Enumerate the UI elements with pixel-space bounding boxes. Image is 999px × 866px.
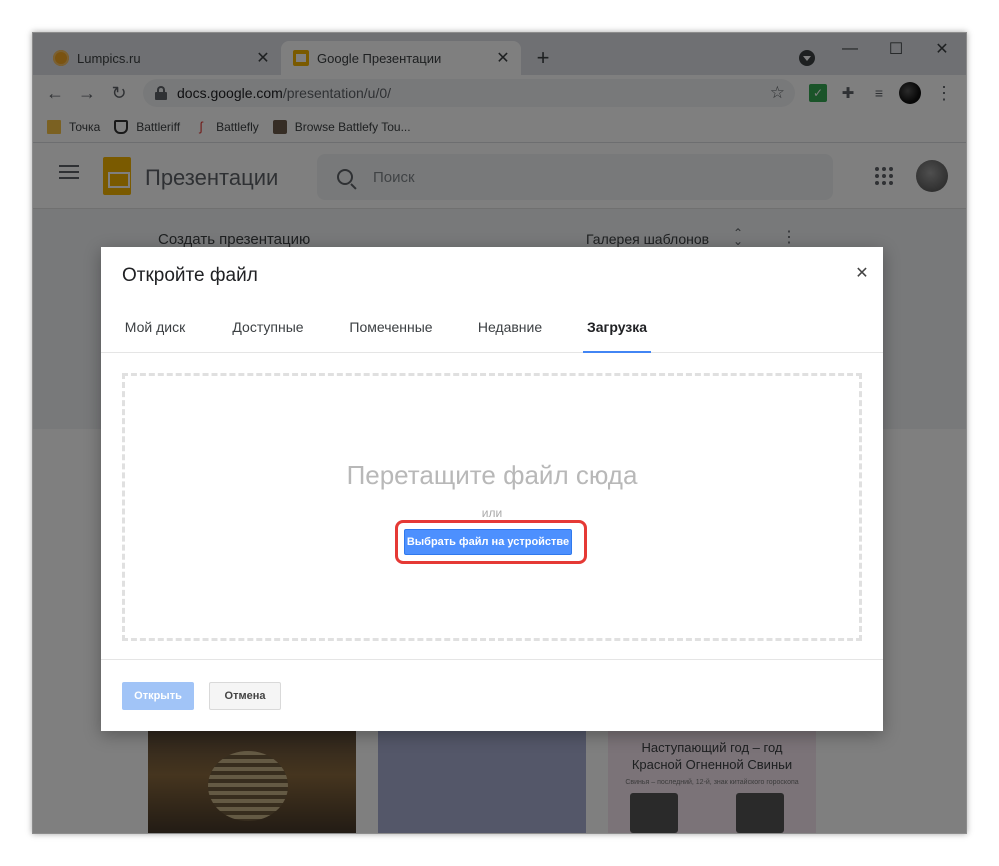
cancel-button[interactable]: Отмена bbox=[209, 682, 281, 710]
tab-my-drive[interactable]: Мой диск bbox=[123, 317, 187, 353]
dialog-tabs: Мой диск Доступные Помеченные Недавние З… bbox=[101, 317, 883, 353]
tab-shared[interactable]: Доступные bbox=[231, 317, 305, 353]
file-drop-zone[interactable]: Перетащите файл сюда или Выбрать файл на… bbox=[122, 373, 862, 641]
open-file-dialog: Откройте файл ✕ Мой диск Доступные Помеч… bbox=[101, 247, 883, 731]
tab-recent[interactable]: Недавние bbox=[477, 317, 543, 353]
open-button[interactable]: Открыть bbox=[122, 682, 194, 710]
choose-file-button[interactable]: Выбрать файл на устройстве bbox=[404, 529, 572, 555]
tab-starred[interactable]: Помеченные bbox=[348, 317, 434, 353]
red-highlight-frame: Выбрать файл на устройстве bbox=[395, 520, 587, 564]
dialog-title: Откройте файл bbox=[122, 265, 258, 286]
close-icon[interactable]: ✕ bbox=[853, 265, 871, 283]
or-text: или bbox=[481, 506, 503, 520]
tab-upload[interactable]: Загрузка bbox=[583, 317, 651, 353]
drop-file-text: Перетащите файл сюда bbox=[346, 460, 638, 490]
browser-window: Lumpics.ru ✕ Google Презентации ✕ + — ☐ … bbox=[32, 32, 967, 834]
dialog-footer: Открыть Отмена bbox=[101, 659, 883, 731]
